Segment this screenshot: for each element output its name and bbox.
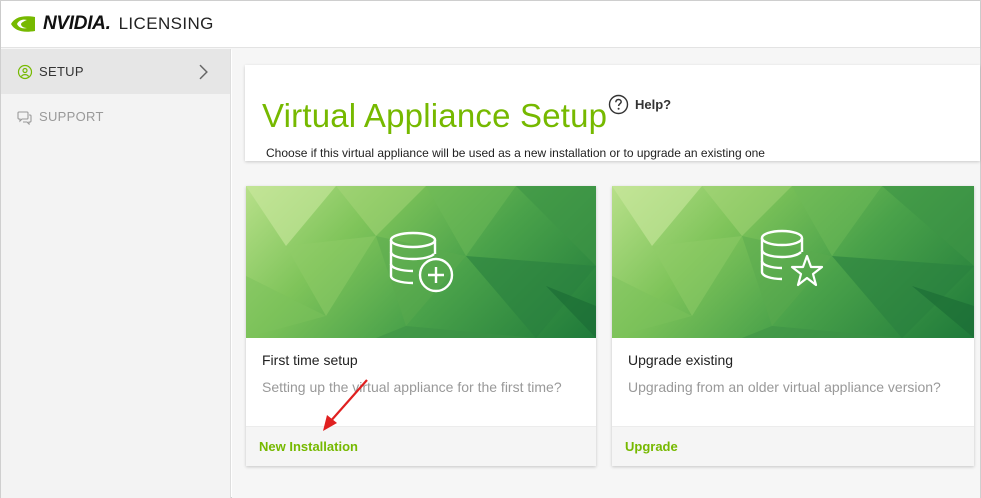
help-link[interactable]: Help?	[608, 94, 671, 115]
support-icon	[17, 110, 32, 125]
annotation-arrow-icon	[323, 379, 368, 431]
upgrade-existing-card[interactable]: Upgrade existing Upgrading from an older…	[612, 186, 974, 466]
card-banner	[246, 186, 596, 338]
card-description: Setting up the virtual appliance for the…	[262, 379, 562, 395]
first-time-setup-card[interactable]: First time setup Setting up the virtual …	[246, 186, 596, 466]
card-footer: New Installation	[246, 426, 596, 466]
nvidia-eye-icon	[11, 16, 35, 32]
card-description: Upgrading from an older virtual applianc…	[628, 379, 941, 395]
sidebar-item-label: SUPPORT	[39, 109, 104, 124]
brand-name: NVIDIA.	[43, 13, 111, 34]
help-label: Help?	[635, 97, 672, 112]
brand-subtitle: LICENSING	[118, 14, 214, 33]
new-installation-link[interactable]: New Installation	[259, 439, 358, 454]
sidebar-item-support[interactable]: SUPPORT	[1, 94, 230, 139]
sidebar-item-setup[interactable]: SETUP	[1, 49, 230, 94]
page-header: Virtual Appliance Setup Help? Choose if …	[245, 65, 980, 161]
card-title: First time setup	[262, 352, 358, 368]
setup-icon	[17, 64, 33, 79]
top-bar: NVIDIA. LICENSING	[1, 1, 980, 48]
sidebar: SETUP SUPPORT	[1, 49, 231, 498]
chevron-right-icon	[199, 64, 208, 80]
card-title: Upgrade existing	[628, 352, 734, 368]
brand-logo[interactable]: NVIDIA. LICENSING	[9, 13, 214, 35]
page-title: Virtual Appliance Setup	[262, 97, 608, 134]
database-star-icon	[760, 229, 824, 287]
card-footer: Upgrade	[612, 426, 974, 466]
card-banner	[612, 186, 974, 338]
database-plus-icon	[389, 231, 454, 293]
sidebar-item-label: SETUP	[39, 64, 84, 79]
upgrade-link[interactable]: Upgrade	[625, 439, 678, 454]
page-subtitle: Choose if this virtual appliance will be…	[266, 146, 765, 160]
question-circle-icon	[608, 94, 629, 115]
